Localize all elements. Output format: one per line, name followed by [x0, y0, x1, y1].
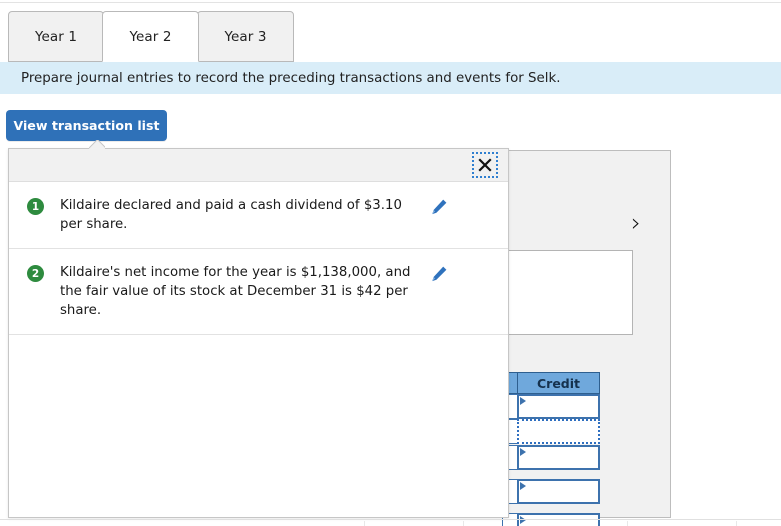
- view-transaction-list-button[interactable]: View transaction list: [6, 110, 167, 141]
- grid-cell-credit[interactable]: [517, 445, 600, 470]
- cell-marker-icon: [520, 448, 526, 456]
- bottom-divider: [0, 519, 781, 520]
- cell-marker-icon: [520, 397, 526, 405]
- journal-credit-grid: Credit: [502, 372, 600, 526]
- worksheet-entry-card: [506, 250, 633, 335]
- tab-year-1[interactable]: Year 1: [8, 11, 104, 62]
- list-item[interactable]: 2 Kildaire's net income for the year is …: [9, 249, 508, 335]
- bottom-tick-mark: [627, 521, 628, 526]
- transaction-number-badge: 1: [27, 198, 44, 215]
- year-tabs: Year 1 Year 2 Year 3: [0, 11, 781, 63]
- transaction-list-popup: 1 Kildaire declared and paid a cash divi…: [8, 148, 509, 518]
- tab-year-2[interactable]: Year 2: [102, 11, 199, 62]
- chevron-right-icon[interactable]: ›: [624, 208, 648, 238]
- grid-cell-credit-focused[interactable]: [517, 419, 600, 444]
- tab-year-3[interactable]: Year 3: [197, 11, 294, 62]
- list-item[interactable]: 1 Kildaire declared and paid a cash divi…: [9, 182, 508, 249]
- popup-empty-area: [9, 335, 508, 345]
- pencil-icon[interactable]: [429, 197, 451, 219]
- tab-year-1-label: Year 1: [34, 28, 78, 45]
- app-root: Year 1 Year 2 Year 3 Prepare journal ent…: [0, 0, 781, 526]
- cell-marker-icon: [520, 516, 526, 524]
- transaction-number-badge: 2: [27, 265, 44, 282]
- view-transaction-list-label: View transaction list: [13, 118, 160, 133]
- transaction-description: Kildaire declared and paid a cash divide…: [60, 198, 402, 232]
- instruction-text: Prepare journal entries to record the pr…: [21, 70, 561, 86]
- bottom-tick-mark: [364, 521, 365, 526]
- table-row[interactable]: [502, 394, 600, 419]
- transaction-list: 1 Kildaire declared and paid a cash divi…: [9, 182, 508, 345]
- grid-header-credit: Credit: [517, 372, 600, 394]
- grid-cell-credit[interactable]: [517, 479, 600, 504]
- table-row[interactable]: [502, 419, 600, 444]
- instruction-banner: Prepare journal entries to record the pr…: [0, 62, 781, 94]
- bottom-tick-mark: [736, 521, 737, 526]
- tab-year-2-label: Year 2: [129, 28, 172, 45]
- close-icon[interactable]: [472, 152, 498, 178]
- grid-header-row: Credit: [502, 372, 600, 394]
- top-divider: [0, 2, 781, 3]
- transaction-description: Kildaire's net income for the year is $1…: [60, 265, 411, 318]
- pencil-icon[interactable]: [429, 264, 451, 286]
- popup-arrow: [89, 140, 105, 149]
- bottom-tick-mark: [463, 521, 464, 526]
- grid-cell-credit[interactable]: [517, 394, 600, 419]
- cell-marker-icon: [520, 482, 526, 490]
- popup-header: [9, 149, 508, 182]
- tab-year-3-label: Year 3: [224, 28, 267, 45]
- table-row[interactable]: [502, 479, 600, 504]
- table-row[interactable]: [502, 445, 600, 470]
